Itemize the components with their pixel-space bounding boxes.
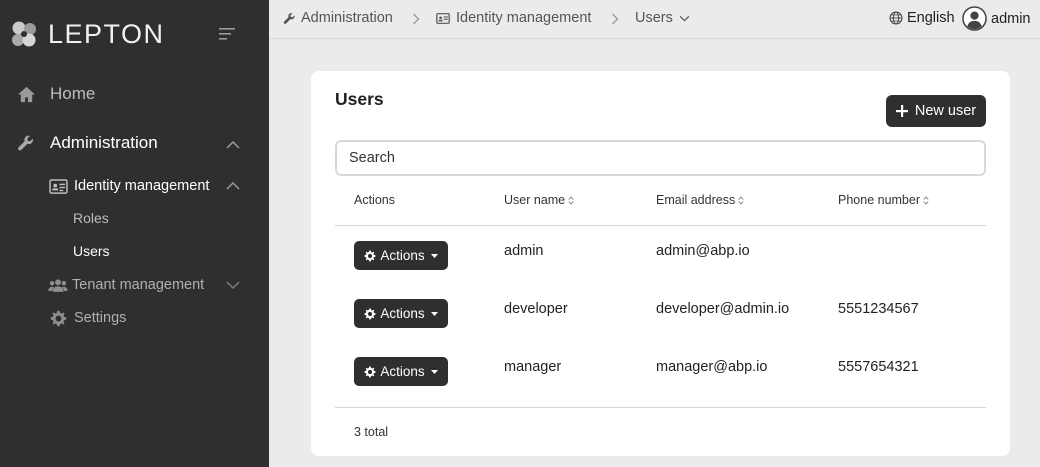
- row-actions-label: Actions: [380, 248, 425, 263]
- sort-icon: [738, 195, 744, 205]
- id-card-icon: [436, 12, 450, 24]
- breadcrumb-users[interactable]: Users: [635, 10, 690, 26]
- cell-phone: 5551234567: [838, 301, 919, 317]
- cell-email: developer@admin.io: [656, 301, 790, 317]
- search-input[interactable]: [335, 140, 986, 176]
- breadcrumb-label: Users: [635, 10, 673, 26]
- users-icon: [48, 275, 68, 295]
- cell-username: admin: [504, 243, 544, 259]
- brand[interactable]: LEPTON: [8, 14, 165, 54]
- chevron-up-icon[interactable]: [226, 181, 240, 191]
- menu-collapse-icon[interactable]: [219, 27, 237, 41]
- sort-icon: [923, 195, 929, 205]
- column-header-label: User name: [504, 193, 566, 207]
- page-title: Users: [335, 89, 384, 109]
- chevron-down-icon[interactable]: [226, 280, 240, 290]
- plus-icon: [895, 105, 908, 117]
- breadcrumb-separator-icon: [413, 13, 420, 25]
- sort-icon: [568, 195, 574, 205]
- sidebar-item-settings[interactable]: Settings: [48, 308, 126, 328]
- column-header-phone[interactable]: Phone number: [838, 193, 929, 207]
- breadcrumb-identity-management[interactable]: Identity management: [436, 10, 591, 26]
- row-actions-button[interactable]: Actions: [354, 241, 448, 270]
- top-bar: Administration Identity management Users…: [269, 0, 1040, 39]
- sidebar-item-tenant-management[interactable]: Tenant management: [48, 275, 204, 295]
- row-actions-button[interactable]: Actions: [354, 299, 448, 328]
- cell-username: developer: [504, 301, 568, 317]
- caret-down-icon: [430, 369, 438, 374]
- total-count: 3 total: [354, 425, 389, 439]
- chevron-up-icon[interactable]: [226, 140, 240, 150]
- column-header-username[interactable]: User name: [504, 193, 574, 207]
- user-avatar-icon: [962, 6, 987, 31]
- new-user-label: New user: [914, 103, 977, 119]
- column-header-label: Phone number: [838, 193, 921, 207]
- gear-icon: [48, 308, 68, 328]
- breadcrumb-label: Administration: [301, 10, 393, 26]
- user-menu[interactable]: admin: [962, 6, 1031, 31]
- sidebar-item-label: Settings: [74, 310, 127, 326]
- sidebar: LEPTON Home Administration Identity mana…: [0, 0, 269, 467]
- table-footer-divider: [335, 407, 986, 408]
- cell-email: manager@abp.io: [656, 359, 768, 375]
- column-header-actions: Actions: [354, 193, 395, 207]
- breadcrumb-label: Identity management: [456, 10, 592, 26]
- sidebar-item-users[interactable]: Users: [73, 243, 110, 259]
- cell-email: admin@abp.io: [656, 243, 750, 259]
- row-actions-label: Actions: [380, 364, 425, 379]
- sidebar-item-label: Home: [50, 84, 96, 103]
- breadcrumb-administration[interactable]: Administration: [283, 10, 393, 26]
- id-card-icon: [48, 176, 68, 196]
- gear-icon: [364, 308, 376, 319]
- caret-down-icon: [430, 311, 438, 316]
- gear-icon: [364, 366, 376, 377]
- globe-icon: [889, 11, 903, 25]
- wrench-icon: [16, 133, 36, 153]
- row-actions-button[interactable]: Actions: [354, 357, 448, 386]
- sidebar-item-roles[interactable]: Roles: [73, 210, 109, 226]
- cell-phone: 5557654321: [838, 359, 919, 375]
- row-actions-label: Actions: [380, 306, 425, 321]
- chevron-down-icon: [679, 15, 690, 22]
- lepton-logo-icon: [12, 21, 36, 47]
- brand-name: LEPTON: [48, 18, 165, 49]
- sidebar-item-label: Identity management: [74, 178, 210, 194]
- user-name: admin: [991, 10, 1031, 27]
- sidebar-item-home[interactable]: Home: [16, 84, 95, 104]
- gear-icon: [364, 250, 376, 261]
- home-icon: [16, 84, 36, 104]
- sidebar-item-label: Administration: [50, 133, 158, 152]
- wrench-icon: [283, 12, 295, 24]
- table-row: Actions manager manager@abp.io 555765432…: [311, 357, 1010, 397]
- table-row: Actions admin admin@abp.io: [311, 241, 1010, 281]
- users-card: Users New user Actions User name Email a…: [311, 71, 1010, 456]
- column-header-email[interactable]: Email address: [656, 193, 744, 207]
- sidebar-item-administration[interactable]: Administration: [16, 133, 158, 153]
- column-header-label: Actions: [354, 193, 395, 207]
- caret-down-icon: [430, 253, 438, 258]
- table-row: Actions developer developer@admin.io 555…: [311, 299, 1010, 339]
- table-header-divider: [335, 225, 986, 226]
- column-header-label: Email address: [656, 193, 736, 207]
- cell-username: manager: [504, 359, 562, 375]
- language-label: English: [907, 10, 955, 26]
- sidebar-item-label: Tenant management: [72, 277, 205, 293]
- new-user-button[interactable]: New user: [886, 95, 986, 127]
- sidebar-item-identity-management[interactable]: Identity management: [48, 176, 209, 196]
- language-selector[interactable]: English: [889, 10, 955, 26]
- breadcrumb-separator-icon: [612, 13, 619, 25]
